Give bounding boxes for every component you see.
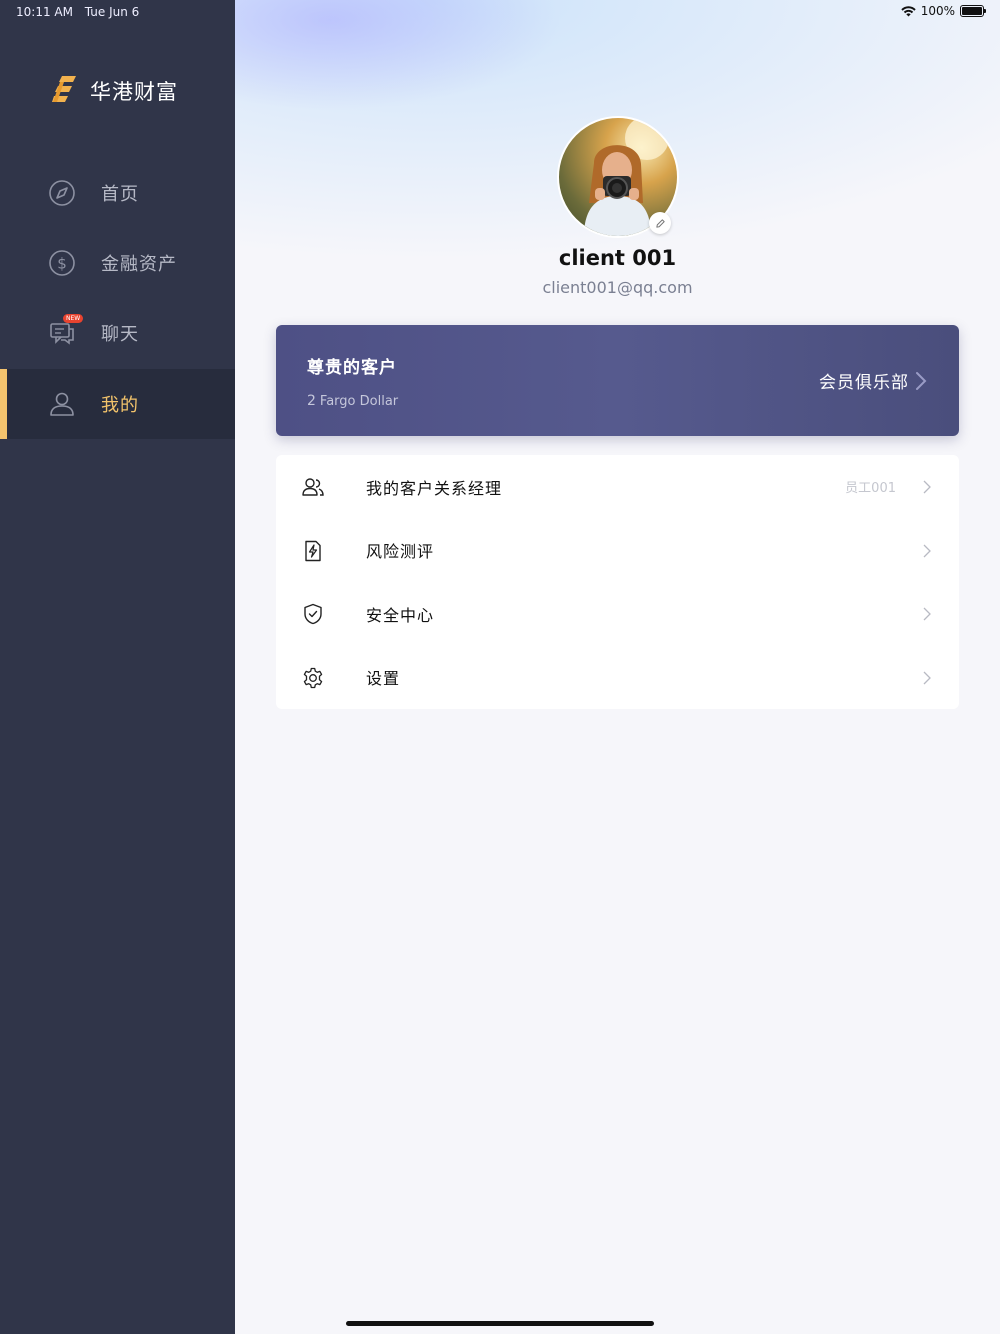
- sidebar-item-label: 我的: [101, 395, 139, 416]
- pencil-icon: [655, 218, 665, 228]
- menu-item-label: 设置: [366, 669, 401, 689]
- battery-icon: [960, 5, 986, 17]
- profile-email: client001@qq.com: [542, 278, 693, 297]
- sidebar-item-home[interactable]: 首页: [0, 158, 235, 228]
- sidebar-item-chat[interactable]: NEW 聊天: [0, 298, 235, 368]
- profile-name: client 001: [558, 246, 677, 270]
- lightning-doc-icon: [305, 540, 321, 561]
- brand-logo-icon: [52, 76, 76, 102]
- status-date: Tue Jun 6: [84, 5, 140, 19]
- user-icon: [50, 392, 74, 416]
- home-indicator[interactable]: [346, 1321, 654, 1326]
- vip-card[interactable]: 尊贵的客户 2 Fargo Dollar 会员俱乐部: [276, 325, 959, 436]
- vip-title: 尊贵的客户: [307, 358, 397, 378]
- wifi-icon: [900, 5, 916, 16]
- chevron-right-icon: [916, 371, 927, 390]
- active-indicator: [0, 369, 7, 439]
- chevron-right-icon: [923, 480, 931, 494]
- member-club-link[interactable]: 会员俱乐部: [819, 368, 927, 393]
- vip-points: 2 Fargo Dollar: [307, 393, 398, 409]
- sidebar-item-label: 聊天: [101, 324, 139, 345]
- menu-item-settings[interactable]: 设置: [276, 646, 959, 710]
- gear-icon: [303, 667, 323, 688]
- status-time: 10:11 AM: [16, 5, 73, 19]
- menu-item-security-center[interactable]: 安全中心: [276, 582, 959, 646]
- vip-points-value: 2: [307, 393, 316, 409]
- sidebar: 华港财富 首页 $ 金融资产 NEW 聊天 我的: [0, 0, 235, 1334]
- menu-item-risk-assessment[interactable]: 风险测评: [276, 519, 959, 583]
- chevron-right-icon: [923, 671, 931, 684]
- menu-item-value: 员工001: [845, 481, 896, 497]
- profile-page: client 001 client001@qq.com 尊贵的客户 2 Fargo…: [235, 0, 1000, 1334]
- sidebar-item-assets[interactable]: $ 金融资产: [0, 228, 235, 298]
- status-time-date: 10:11 AM Tue Jun 6: [16, 5, 147, 19]
- svg-text:$: $: [57, 255, 67, 273]
- users-icon: [302, 478, 324, 496]
- status-bar: 10:11 AM Tue Jun 6 100%: [0, 0, 1000, 24]
- menu-item-label: 我的客户关系经理: [366, 478, 503, 498]
- edit-avatar-button[interactable]: [649, 212, 671, 234]
- brand-name: 华港财富: [90, 80, 178, 104]
- menu-list: 我的客户关系经理 员工001 风险测评 安全中心 设置: [276, 455, 959, 709]
- menu-item-relationship-manager[interactable]: 我的客户关系经理 员工001: [276, 455, 959, 519]
- battery-percent: 100%: [920, 4, 955, 18]
- chevron-right-icon: [923, 607, 931, 621]
- sidebar-item-mine[interactable]: 我的: [0, 369, 235, 439]
- chat-icon: [50, 323, 74, 345]
- new-badge: NEW: [63, 314, 84, 323]
- avatar-container[interactable]: [557, 116, 679, 238]
- status-indicators: 100%: [900, 4, 986, 18]
- dollar-circle-icon: $: [49, 250, 75, 276]
- sidebar-item-label: 首页: [101, 184, 139, 205]
- sidebar-item-label: 金融资产: [101, 254, 177, 275]
- shield-check-icon: [304, 603, 322, 625]
- member-club-label: 会员俱乐部: [819, 373, 909, 393]
- menu-item-label: 风险测评: [366, 542, 435, 562]
- brand: 华港财富: [52, 74, 178, 108]
- compass-icon: [49, 180, 75, 206]
- menu-item-label: 安全中心: [366, 605, 435, 625]
- chevron-right-icon: [923, 544, 931, 557]
- vip-points-unit: Fargo Dollar: [319, 394, 399, 409]
